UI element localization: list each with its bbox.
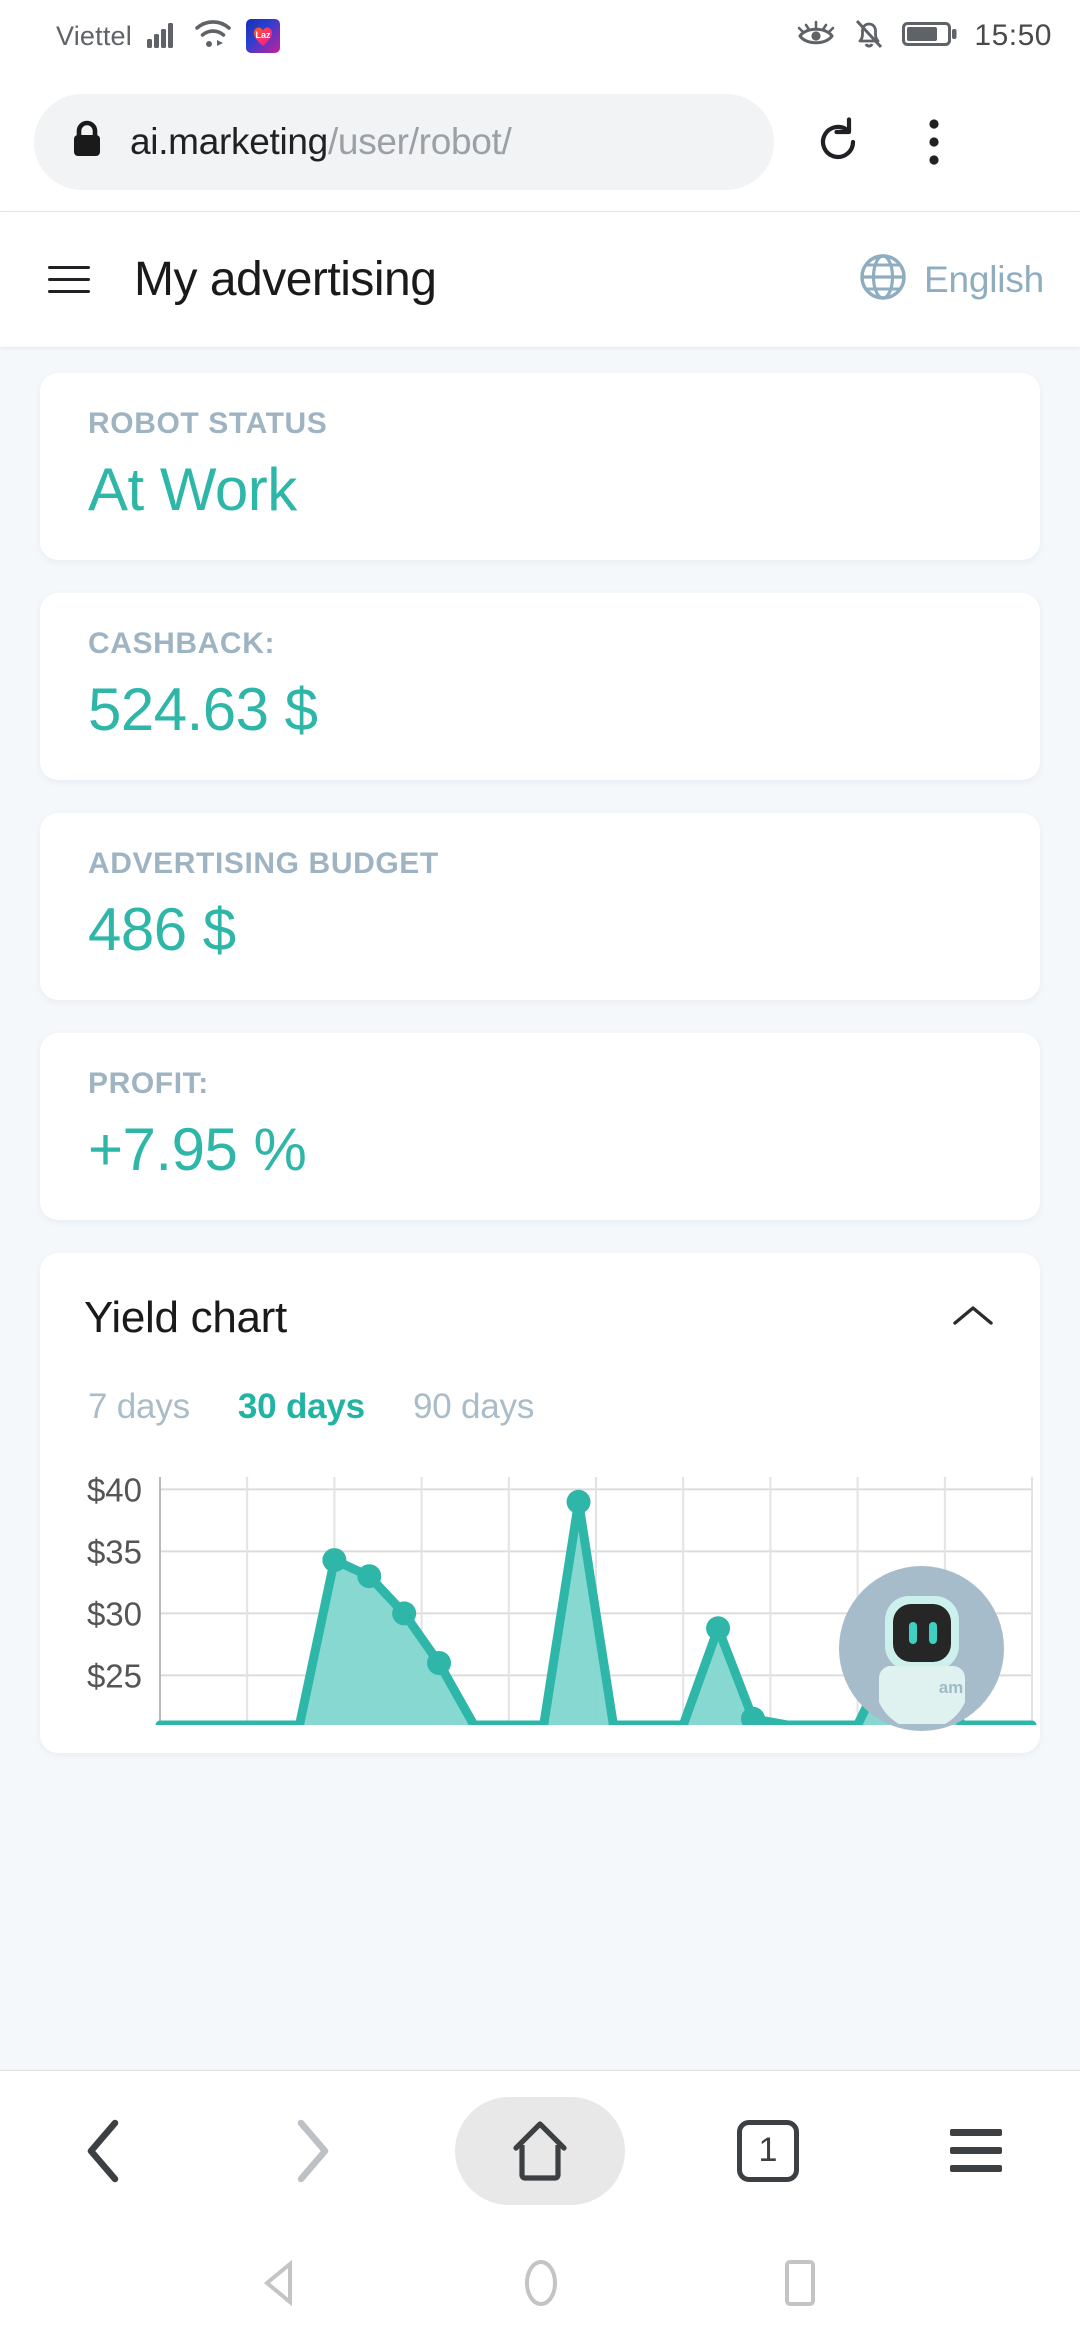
chart-data-point[interactable]	[322, 1548, 347, 1573]
card-label: ROBOT STATUS	[88, 407, 328, 440]
lazada-label: Laz	[255, 30, 271, 40]
battery-icon	[902, 19, 958, 54]
browser-home-icon[interactable]	[455, 2096, 625, 2205]
robot-avatar-icon[interactable]: am	[839, 1566, 1004, 1731]
card-value: +7.95 %	[88, 1116, 307, 1183]
browser-forward-icon[interactable]	[247, 2086, 377, 2216]
status-bar-clock: 15:50	[974, 19, 1052, 52]
silent-bell-icon	[852, 17, 886, 56]
y-axis-tick-label: $30	[87, 1595, 142, 1632]
browser-url-bar: ai.marketing/user/robot/	[0, 72, 1080, 212]
eye-comfort-icon	[796, 18, 836, 55]
tab-7-days[interactable]: 7 days	[88, 1387, 190, 1427]
y-axis-tick-label: $25	[87, 1657, 142, 1694]
status-bar: Viettel Laz 15:50	[0, 0, 1080, 72]
tab-count-label: 1	[737, 2119, 799, 2182]
yield-chart-plot: $40 $35 $30 $25 am	[40, 1463, 1040, 1731]
card-value: 524.63 $	[88, 676, 318, 743]
robot-logo-text: am	[938, 1678, 963, 1697]
more-vertical-icon[interactable]	[888, 96, 980, 188]
tab-90-days[interactable]: 90 days	[413, 1387, 534, 1427]
nav-back-triangle-icon[interactable]	[258, 2259, 304, 2312]
status-bar-left: Viettel Laz	[56, 19, 280, 54]
chart-data-point[interactable]	[706, 1616, 731, 1641]
page-title: My advertising	[134, 253, 437, 306]
carrier-label: Viettel	[56, 20, 132, 51]
browser-bottom-toolbar: 1	[0, 2070, 1080, 2230]
card-value: 486 $	[88, 896, 236, 963]
chart-data-point[interactable]	[392, 1601, 417, 1626]
url-path: /user/robot/	[327, 120, 512, 162]
globe-icon	[858, 252, 908, 307]
url-text: ai.marketing/user/robot/	[130, 121, 512, 163]
lazada-app-icon: Laz	[245, 19, 280, 53]
tab-30-days[interactable]: 30 days	[238, 1387, 365, 1427]
card-value: At Work	[88, 456, 297, 523]
status-bar-right: 15:50	[796, 17, 1052, 56]
app-header: My advertising English	[0, 212, 1080, 347]
card-cashback: CASHBACK: 524.63 $	[40, 593, 1040, 780]
yield-chart-card: Yield chart 7 days 30 days 90 days $40 $3…	[40, 1253, 1040, 1753]
hamburger-icon[interactable]	[48, 266, 92, 293]
card-advertising-budget: ADVERTISING BUDGET 486 $	[40, 813, 1040, 1000]
chart-data-point[interactable]	[566, 1489, 591, 1514]
lock-icon	[70, 119, 104, 164]
card-robot-status: ROBOT STATUS At Work	[40, 373, 1040, 560]
language-label: English	[924, 258, 1044, 300]
chevron-up-icon[interactable]	[950, 1301, 996, 1336]
browser-menu-icon[interactable]	[911, 2086, 1041, 2216]
browser-back-icon[interactable]	[39, 2086, 169, 2216]
language-switcher[interactable]: English	[858, 252, 1044, 307]
card-label: CASHBACK:	[88, 627, 276, 660]
phone-screen: Viettel Laz 15:50 ai.marketing/user/robo…	[0, 0, 1080, 2340]
signal-icon	[146, 19, 180, 54]
page-content: ROBOT STATUS At Work CASHBACK: 524.63 $ …	[0, 347, 1080, 2070]
nav-home-circle-icon[interactable]	[519, 2257, 563, 2314]
chart-data-point[interactable]	[357, 1564, 382, 1589]
card-label: PROFIT:	[88, 1067, 209, 1100]
url-bar-actions	[792, 96, 980, 188]
wifi-icon	[194, 19, 232, 54]
y-axis-tick-label: $35	[87, 1533, 142, 1570]
card-label: ADVERTISING BUDGET	[88, 847, 439, 880]
chart-data-point[interactable]	[427, 1651, 452, 1675]
card-profit: PROFIT: +7.95 %	[40, 1033, 1040, 1220]
omnibox[interactable]: ai.marketing/user/robot/	[34, 93, 774, 190]
android-nav-bar	[0, 2230, 1080, 2340]
nav-recents-square-icon[interactable]	[778, 2258, 822, 2313]
browser-tab-count[interactable]: 1	[703, 2086, 833, 2216]
yield-chart-title: Yield chart	[84, 1293, 287, 1342]
y-axis-tick-label: $40	[87, 1471, 142, 1508]
reload-icon[interactable]	[792, 96, 884, 188]
url-domain: ai.marketing	[130, 120, 328, 162]
yield-chart-header: Yield chart	[40, 1293, 1040, 1343]
yield-chart-range-tabs: 7 days 30 days 90 days	[40, 1343, 1040, 1427]
